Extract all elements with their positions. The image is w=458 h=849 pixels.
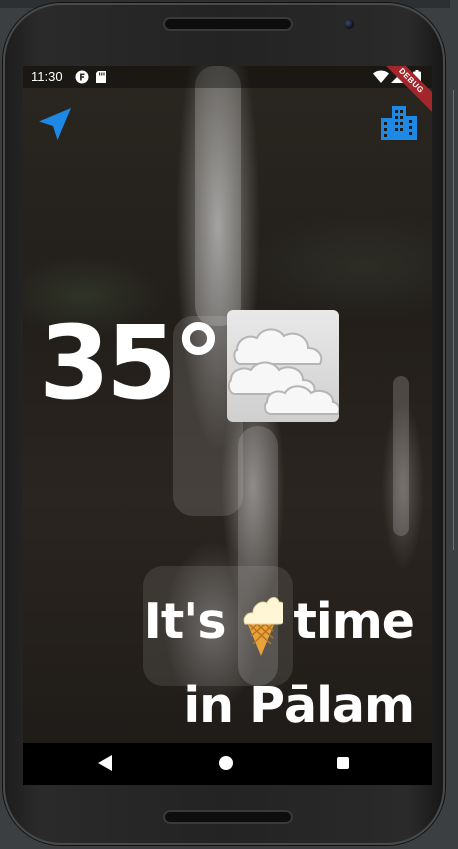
status-time: 11:30: [31, 69, 63, 84]
navigation-arrow-icon: [39, 108, 71, 140]
temperature-value: 35°: [39, 304, 224, 423]
home-icon[interactable]: [219, 756, 233, 770]
earpiece-speaker: [163, 17, 293, 31]
status-bar: 11:30 DEBUG: [23, 66, 432, 118]
city-buildings-icon: [381, 106, 417, 140]
device-frame: 11:30 DEBUG 35° It's time in Pālam: [3, 3, 445, 845]
fog-cloud-icon: [227, 310, 339, 422]
ice-cream-icon: [244, 596, 284, 656]
current-location-button[interactable]: [35, 104, 75, 144]
message-prefix: It's: [143, 593, 227, 650]
front-camera: [344, 19, 354, 29]
system-nav-bar: [23, 743, 432, 785]
message-line-2: in Pālam: [183, 677, 415, 734]
back-icon[interactable]: [98, 755, 112, 771]
app-screen: 11:30 DEBUG 35° It's time in Pālam: [23, 66, 432, 785]
search-city-button[interactable]: [378, 102, 420, 144]
recents-icon[interactable]: [337, 757, 349, 769]
notification-f-icon: [75, 70, 89, 84]
sd-card-icon: [96, 71, 106, 83]
bottom-speaker: [163, 810, 293, 824]
message-line-1: It's time: [34, 580, 415, 664]
ide-side-panel: [450, 0, 458, 849]
wifi-icon: [373, 70, 389, 83]
message-suffix: time: [293, 593, 415, 650]
weather-message: It's time in Pālam: [34, 580, 415, 748]
